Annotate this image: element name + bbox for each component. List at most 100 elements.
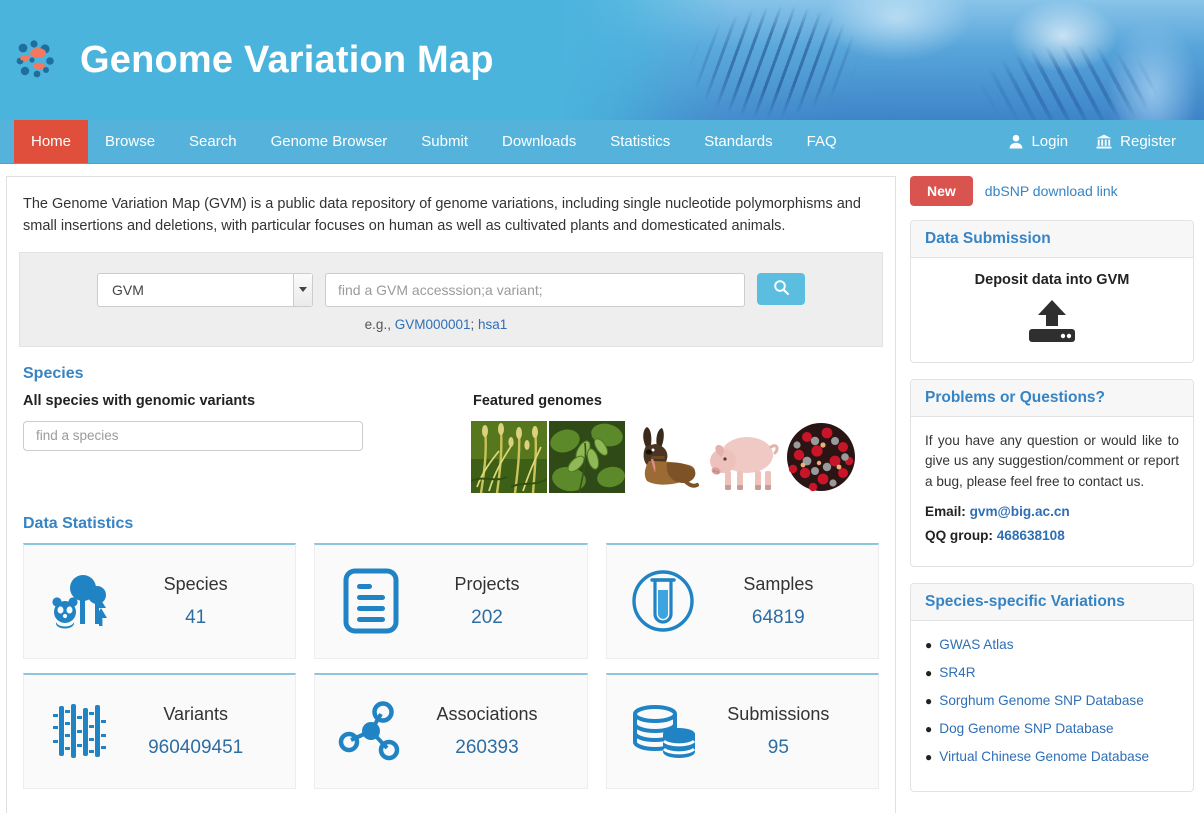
qq-row: QQ group: 468638108 (925, 528, 1179, 543)
deposit-label: Deposit data into GVM (925, 272, 1179, 288)
nav-item-search[interactable]: Search (172, 120, 254, 163)
dbsnp-download-link[interactable]: dbSNP download link (985, 183, 1118, 199)
bullet-icon: ● (925, 667, 932, 679)
featured-genomes-label: Featured genomes (473, 393, 859, 409)
bullet-icon: ● (925, 723, 932, 735)
stat-label: Associations (417, 704, 556, 725)
stat-card-species[interactable]: Species 41 (23, 543, 296, 659)
example-link-accession[interactable]: GVM000001 (395, 317, 471, 332)
variation-link-virtual-chinese[interactable]: Virtual Chinese Genome Database (939, 749, 1149, 764)
nav-item-genome-browser[interactable]: Genome Browser (254, 120, 405, 163)
sidebar: New dbSNP download link Data Submission … (910, 176, 1194, 813)
bullet-icon: ● (925, 639, 932, 651)
statistics-section-title: Data Statistics (23, 515, 883, 533)
nav-item-statistics[interactable]: Statistics (593, 120, 687, 163)
email-value[interactable]: gvm@big.ac.cn (970, 504, 1070, 519)
document-icon (325, 568, 417, 634)
stat-card-projects[interactable]: Projects 202 (314, 543, 587, 659)
dna-helix-image (564, 0, 1204, 120)
login-label: Login (1031, 133, 1068, 150)
stat-label: Submissions (709, 704, 848, 725)
nav-item-submit[interactable]: Submit (404, 120, 485, 163)
page-title: Genome Variation Map (80, 39, 494, 82)
intro-paragraph: The Genome Variation Map (GVM) is a publ… (23, 193, 883, 238)
nav-item-downloads[interactable]: Downloads (485, 120, 593, 163)
soybean-genome-thumb[interactable] (549, 421, 625, 493)
email-label: Email: (925, 504, 966, 519)
stat-card-associations[interactable]: Associations 260393 (314, 673, 587, 789)
data-submission-card: Data Submission Deposit data into GVM (910, 220, 1194, 363)
bullet-icon: ● (925, 695, 932, 707)
list-item: ● Virtual Chinese Genome Database (925, 749, 1179, 764)
list-item: ● Dog Genome SNP Database (925, 721, 1179, 736)
problems-card: Problems or Questions? If you have any q… (910, 379, 1194, 567)
dog-genome-thumb[interactable] (627, 421, 703, 493)
stat-card-samples[interactable]: Samples 64819 (606, 543, 879, 659)
stat-card-variants[interactable]: Variants 960409451 (23, 673, 296, 789)
list-item: ● GWAS Atlas (925, 637, 1179, 652)
search-button[interactable] (757, 273, 805, 305)
network-nodes-icon (325, 700, 417, 762)
nav-item-browse[interactable]: Browse (88, 120, 172, 163)
species-variations-card: Species-specific Variations ● GWAS Atlas … (910, 583, 1194, 792)
virus-genome-thumb[interactable] (783, 421, 859, 493)
panda-trees-icon (34, 570, 126, 632)
list-item: ● SR4R (925, 665, 1179, 680)
chromosome-icon (34, 700, 126, 762)
search-scope-value: GVM (112, 282, 144, 298)
stat-value: 41 (126, 607, 265, 629)
user-icon (1009, 134, 1023, 149)
example-link-variant[interactable]: hsa1 (478, 317, 507, 332)
pig-genome-thumb[interactable] (705, 421, 781, 493)
species-variations-list: ● GWAS Atlas ● SR4R ● Sorghum Genome SNP Da… (925, 637, 1179, 764)
problems-title: Problems or Questions? (911, 380, 1193, 417)
stat-value: 64819 (709, 607, 848, 629)
qq-value[interactable]: 468638108 (997, 528, 1065, 543)
main-content-panel: The Genome Variation Map (GVM) is a publ… (6, 176, 896, 813)
stat-value: 260393 (417, 737, 556, 759)
chevron-down-icon[interactable] (293, 274, 312, 306)
stat-label: Samples (709, 574, 848, 595)
site-header: Genome Variation Map (0, 0, 1204, 120)
search-scope-select[interactable]: GVM (97, 273, 313, 307)
variation-link-sr4r[interactable]: SR4R (939, 665, 975, 680)
upload-icon[interactable] (925, 298, 1179, 348)
login-button[interactable]: Login (995, 120, 1082, 163)
stat-card-submissions[interactable]: Submissions 95 (606, 673, 879, 789)
test-tube-icon (617, 568, 709, 634)
variation-link-sorghum[interactable]: Sorghum Genome SNP Database (939, 693, 1144, 708)
stat-value: 95 (709, 737, 848, 759)
nav-item-home[interactable]: Home (14, 120, 88, 163)
variation-link-gwas-atlas[interactable]: GWAS Atlas (939, 637, 1013, 652)
nav-item-faq[interactable]: FAQ (790, 120, 854, 163)
search-panel: GVM e.g., GVM000001; hsa1 (19, 252, 883, 347)
stat-label: Projects (417, 574, 556, 595)
molecule-cluster-icon (12, 36, 60, 84)
all-species-label: All species with genomic variants (23, 393, 469, 409)
search-input[interactable] (325, 273, 745, 307)
list-item: ● Sorghum Genome SNP Database (925, 693, 1179, 708)
statistics-grid: Species 41 Projects 202 (23, 543, 879, 789)
species-variations-title: Species-specific Variations (911, 584, 1193, 621)
bullet-icon: ● (925, 751, 932, 763)
example-separator: ; (471, 317, 479, 332)
species-section-title: Species (23, 365, 883, 383)
search-examples: e.g., GVM000001; hsa1 (2, 317, 870, 332)
featured-genomes-list (471, 421, 859, 493)
problems-body: If you have any question or would like t… (925, 431, 1179, 492)
bank-icon (1096, 134, 1112, 149)
register-button[interactable]: Register (1082, 120, 1190, 163)
example-prefix: e.g., (365, 317, 395, 332)
species-search-input[interactable] (23, 421, 363, 451)
email-row: Email: gvm@big.ac.cn (925, 504, 1179, 519)
rice-genome-thumb[interactable] (471, 421, 547, 493)
register-label: Register (1120, 133, 1176, 150)
nav-item-standards[interactable]: Standards (687, 120, 789, 163)
main-navigation: Home Browse Search Genome Browser Submit… (0, 120, 1204, 164)
variation-link-dog[interactable]: Dog Genome SNP Database (939, 721, 1113, 736)
stat-label: Variants (126, 704, 265, 725)
data-submission-title: Data Submission (911, 221, 1193, 258)
stat-value: 960409451 (126, 737, 265, 759)
database-stack-icon (617, 700, 709, 762)
new-badge: New (910, 176, 973, 206)
